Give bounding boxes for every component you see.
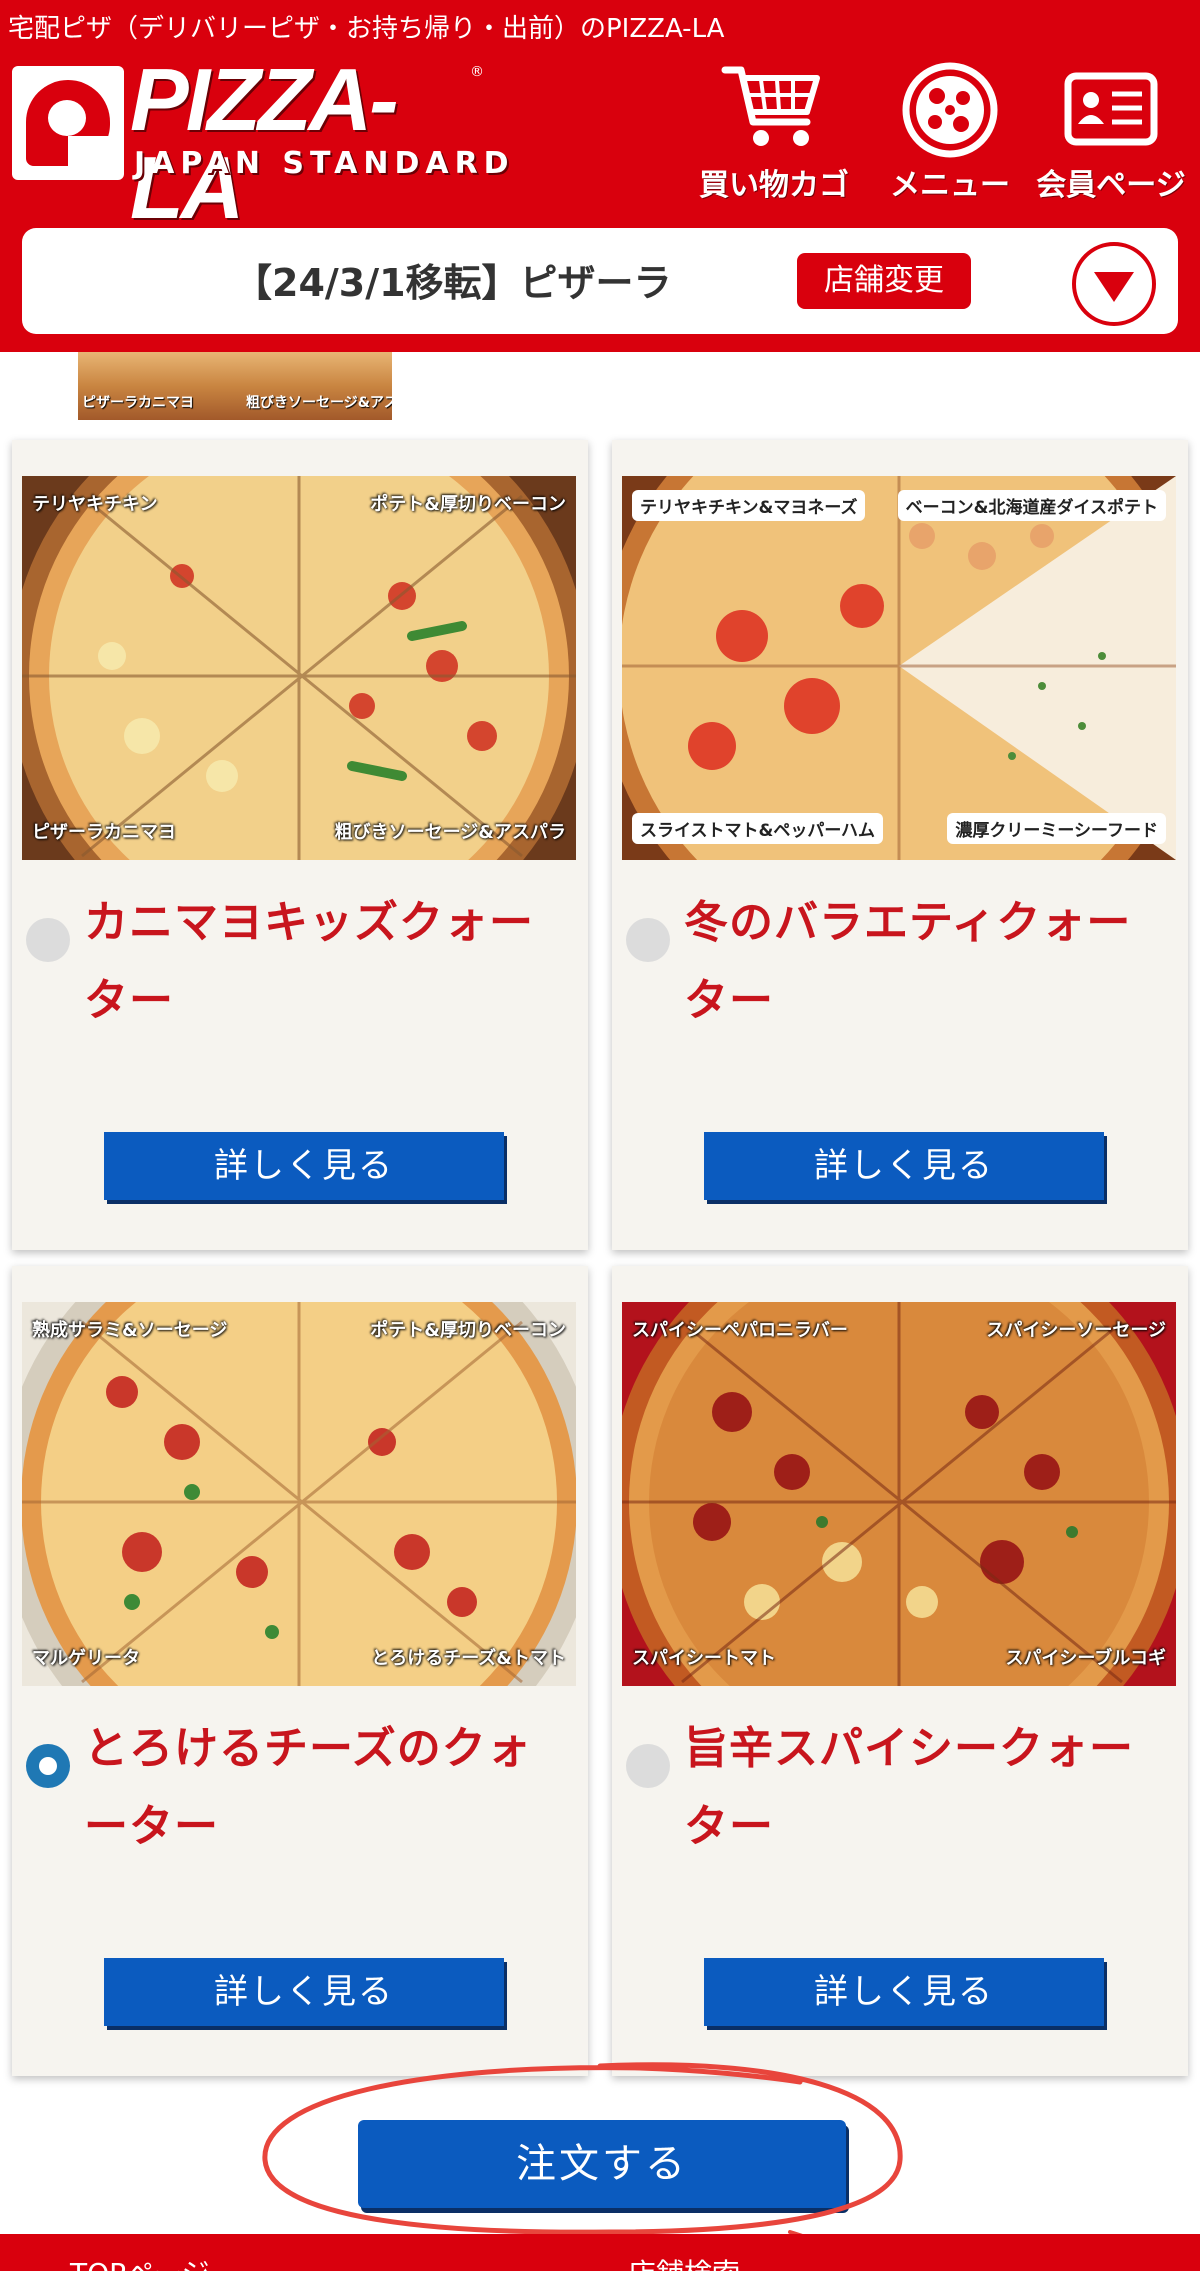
store-name: 【24/3/1移転】ピザーラ	[234, 261, 672, 305]
pizza-icon	[870, 60, 1030, 160]
pizza-image: 熟成サラミ&ソーセージ ポテト&厚切りベーコン マルゲリータ とろけるチーズ&ト…	[22, 1302, 576, 1686]
cart-icon	[690, 60, 858, 160]
image-label: ポテト&厚切りベーコン	[370, 1320, 566, 1341]
radio-dot-icon	[39, 1757, 57, 1775]
logo-wordmark: PIZZA-LA	[130, 50, 399, 237]
store-change-button[interactable]: 店舗変更	[797, 253, 971, 309]
image-label: とろけるチーズ&トマト	[371, 1648, 566, 1669]
site-footer: TOPページ 店舗検索	[0, 2234, 1200, 2271]
member-card-icon	[1030, 60, 1192, 160]
image-label: テリヤキチキン	[32, 494, 158, 515]
card-title: 旨辛スパイシークォーター	[684, 1723, 1134, 1852]
member-page-button[interactable]: 会員ページ	[1030, 60, 1192, 204]
order-button[interactable]: 注文する	[358, 2120, 846, 2208]
menu-button[interactable]: メニュー	[870, 60, 1030, 204]
image-label: スパイシーソーセージ	[986, 1320, 1166, 1341]
details-button[interactable]: 詳しく見る	[704, 1958, 1104, 2026]
cart-label: 買い物カゴ	[699, 168, 849, 203]
pizza-image: スパイシーペパロニラバー スパイシーソーセージ スパイシートマト スパイシーブル…	[622, 1302, 1176, 1686]
logo-subtitle: JAPAN STANDARD	[134, 146, 515, 181]
image-label: スパイシートマト	[632, 1648, 776, 1669]
image-label: テリヤキチキン&マヨネーズ	[632, 490, 866, 521]
card-title: とろけるチーズのクォーター	[84, 1723, 532, 1852]
member-page-label: 会員ページ	[1036, 168, 1186, 203]
menu-label: メニュー	[890, 168, 1010, 203]
chevron-down-icon	[1094, 272, 1134, 302]
pizza-image: テリヤキチキン ポテト&厚切りベーコン ピザーラカニマヨ 粗びきソーセージ&アス…	[22, 476, 576, 860]
menu-card: テリヤキチキン ポテト&厚切りベーコン ピザーラカニマヨ 粗びきソーセージ&アス…	[12, 440, 588, 1250]
card-title: 冬のバラエティクォーター	[684, 897, 1132, 1026]
select-radio-selected[interactable]	[26, 1744, 70, 1788]
details-button[interactable]: 詳しく見る	[104, 1958, 504, 2026]
cart-button[interactable]: 買い物カゴ	[690, 60, 858, 204]
partial-pizza-image: ピザーラカニマヨ 粗びきソーセージ&アスパラ	[78, 352, 392, 420]
image-label: スパイシーブルコギ	[1005, 1648, 1166, 1669]
menu-card: 熟成サラミ&ソーセージ ポテト&厚切りベーコン マルゲリータ とろけるチーズ&ト…	[12, 1266, 588, 2076]
site-tagline: 宅配ピザ（デリバリーピザ・お持ち帰り・出前）のPIZZA-LA	[8, 14, 725, 44]
logo-p-mark-icon	[12, 66, 124, 180]
image-label: スパイシーペパロニラバー	[632, 1320, 848, 1341]
menu-card: スパイシーペパロニラバー スパイシーソーセージ スパイシートマト スパイシーブル…	[612, 1266, 1188, 2076]
image-label: ピザーラカニマヨ	[32, 822, 176, 843]
pizza-la-logo[interactable]: PIZZA-LA ® JAPAN STANDARD	[12, 56, 509, 232]
logo-registered-mark: ®	[470, 64, 484, 80]
image-label: ベーコン&北海道産ダイスポテト	[897, 490, 1166, 521]
image-label: スライストマト&ペッパーハム	[632, 813, 883, 844]
footer-link-store-search[interactable]: 店舗検索	[628, 2252, 740, 2271]
image-label: 粗びきソーセージ&アスパラ	[334, 822, 566, 843]
store-selector: 【24/3/1移転】ピザーラ 店舗変更	[22, 228, 1178, 334]
partial-image-label: ピザーラカニマヨ	[82, 395, 194, 411]
site-header: 宅配ピザ（デリバリーピザ・お持ち帰り・出前）のPIZZA-LA PIZZA-LA…	[0, 0, 1200, 352]
details-button[interactable]: 詳しく見る	[104, 1132, 504, 1200]
pizza-image: テリヤキチキン&マヨネーズ ベーコン&北海道産ダイスポテト スライストマト&ペッ…	[622, 476, 1176, 860]
details-button[interactable]: 詳しく見る	[704, 1132, 1104, 1200]
store-dropdown-toggle[interactable]	[1072, 242, 1156, 326]
menu-card: テリヤキチキン&マヨネーズ ベーコン&北海道産ダイスポテト スライストマト&ペッ…	[612, 440, 1188, 1250]
image-label: ポテト&厚切りベーコン	[370, 494, 566, 515]
footer-link-top[interactable]: TOPページ	[70, 2252, 209, 2271]
card-title: カニマヨキッズクォーター	[84, 897, 534, 1026]
image-label: 濃厚クリーミーシーフード	[947, 813, 1166, 844]
partial-image-label: 粗びきソーセージ&アスパラ	[246, 395, 392, 411]
select-radio[interactable]	[626, 918, 670, 962]
image-label: マルゲリータ	[32, 1648, 140, 1669]
image-label: 熟成サラミ&ソーセージ	[32, 1320, 228, 1341]
select-radio[interactable]	[626, 1744, 670, 1788]
select-radio[interactable]	[26, 918, 70, 962]
